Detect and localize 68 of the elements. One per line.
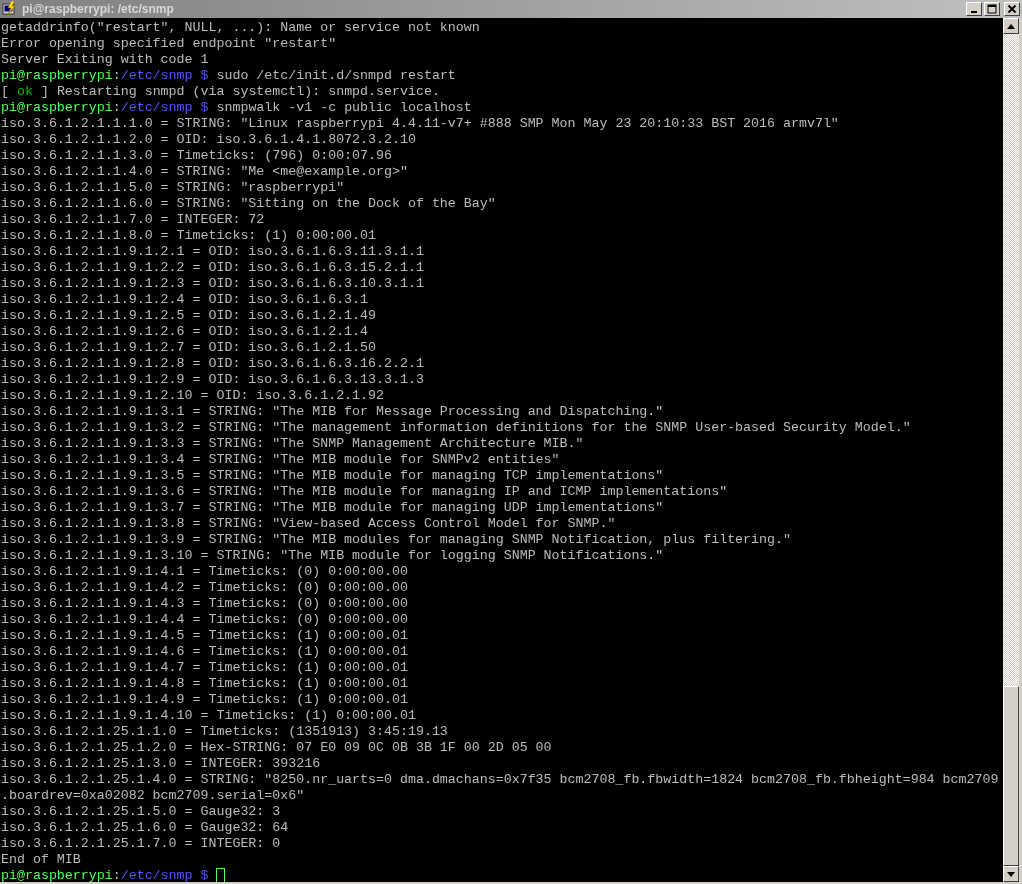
terminal-line: iso.3.6.1.2.1.1.9.1.2.7 = OID: iso.3.6.1.2.1.50 — [1, 340, 377, 356]
terminal-line: pi@raspberrypi:/etc/snmp $ sudo /etc/init.d/snmpd restart — [1, 68, 456, 84]
terminal-line: iso.3.6.1.2.1.1.9.1.4.9 = Timeticks: (1) 0:00:00.01 — [1, 692, 408, 708]
terminal-line: iso.3.6.1.2.1.1.9.1.4.10 = Timeticks: (1) 0:00:00.01 — [1, 708, 416, 724]
terminal-line: iso.3.6.1.2.1.1.9.1.4.1 = Timeticks: (0) 0:00:00.00 — [1, 564, 408, 580]
terminal-line: iso.3.6.1.2.1.1.3.0 = Timeticks: (796) 0:00:07.96 — [1, 148, 392, 164]
terminal-line: getaddrinfo("restart", NULL, ...): Name or service not known — [1, 20, 480, 36]
terminal-line: iso.3.6.1.2.1.1.9.1.3.1 = STRING: "The MIB for Message Processing and Dispatching." — [1, 404, 664, 420]
terminal-line: iso.3.6.1.2.1.1.9.1.2.4 = OID: iso.3.6.1.6.3.1 — [1, 292, 369, 308]
terminal-line: pi@raspberrypi:/etc/snmp $ snmpwalk -v1 -c public localhost — [1, 100, 472, 116]
terminal-line: iso.3.6.1.2.1.1.8.0 = Timeticks: (1) 0:00:00.01 — [1, 228, 377, 244]
terminal-line: iso.3.6.1.2.1.1.9.1.2.8 = OID: iso.3.6.1.6.3.16.2.2.1 — [1, 356, 424, 372]
terminal-line: iso.3.6.1.2.1.25.1.3.0 = INTEGER: 393216 — [1, 756, 321, 772]
terminal-line: Server Exiting with code 1 — [1, 52, 209, 68]
window-title: pi@raspberrypi: /etc/snmp — [22, 2, 175, 16]
terminal-line: iso.3.6.1.2.1.1.5.0 = STRING: "raspberrypi" — [1, 180, 345, 196]
terminal-line: iso.3.6.1.2.1.1.9.1.2.5 = OID: iso.3.6.1.2.1.49 — [1, 308, 377, 324]
terminal-line: iso.3.6.1.2.1.1.9.1.4.3 = Timeticks: (0) 0:00:00.00 — [1, 596, 408, 612]
terminal-line: iso.3.6.1.2.1.25.1.4.0 = STRING: "8250.nr_uarts=0 dma.dmachans=0x7f35 bcm2708_fb.fbwidth=1824 bcm2708_fb.fbheight=984 bcm2709 — [1, 772, 999, 788]
terminal-lightning-icon — [2, 1, 18, 17]
terminal-line: iso.3.6.1.2.1.25.1.1.0 = Timeticks: (1351913) 3:45:19.13 — [1, 724, 448, 740]
close-icon — [1007, 4, 1017, 14]
terminal-line: iso.3.6.1.2.1.1.9.1.3.2 = STRING: "The management information definitions for the SNMP User-based Security Model." — [1, 420, 911, 436]
terminal-line: iso.3.6.1.2.1.1.9.1.3.8 = STRING: "View-based Access Control Model for SNMP." — [1, 516, 616, 532]
terminal-line: iso.3.6.1.2.1.1.9.1.2.6 = OID: iso.3.6.1.2.1.4 — [1, 324, 369, 340]
terminal-line: iso.3.6.1.2.1.1.9.1.3.10 = STRING: "The MIB module for logging SNMP Notifications." — [1, 548, 664, 564]
terminal-line: [ ok ] Restarting snmpd (via systemctl): snmpd.service. — [1, 84, 440, 100]
terminal-line: iso.3.6.1.2.1.1.9.1.2.3 = OID: iso.3.6.1.6.3.10.3.1.1 — [1, 276, 424, 292]
terminal-line: End of MIB — [1, 852, 81, 868]
terminal-line: iso.3.6.1.2.1.1.4.0 = STRING: "Me <me@example.org>" — [1, 164, 408, 180]
terminal-line: iso.3.6.1.2.1.1.6.0 = STRING: "Sitting on the Dock of the Bay" — [1, 196, 496, 212]
scroll-thumb[interactable] — [1003, 686, 1019, 866]
terminal-line: iso.3.6.1.2.1.25.1.6.0 = Gauge32: 64 — [1, 820, 289, 836]
terminal-line: Error opening specified endpoint "restart" — [1, 36, 337, 52]
terminal-line: iso.3.6.1.2.1.1.9.1.3.5 = STRING: "The MIB module for managing TCP implementations" — [1, 468, 664, 484]
terminal-line: .boardrev=0xa02082 bcm2709.serial=0x6" — [1, 788, 305, 804]
terminal-line: iso.3.6.1.2.1.1.9.1.2.9 = OID: iso.3.6.1.6.3.13.3.1.3 — [1, 372, 424, 388]
scroll-up-button[interactable] — [1003, 18, 1019, 34]
scroll-down-button[interactable] — [1003, 866, 1019, 882]
terminal-line: iso.3.6.1.2.1.1.9.1.4.4 = Timeticks: (0) 0:00:00.00 — [1, 612, 408, 628]
terminal-line: iso.3.6.1.2.1.1.9.1.2.2 = OID: iso.3.6.1.6.3.15.2.1.1 — [1, 260, 424, 276]
terminal-line: iso.3.6.1.2.1.1.9.1.4.7 = Timeticks: (1) 0:00:00.01 — [1, 660, 408, 676]
maximize-button[interactable] — [984, 2, 1000, 16]
terminal-line: iso.3.6.1.2.1.1.9.1.3.6 = STRING: "The MIB module for managing IP and ICMP implementations" — [1, 484, 728, 500]
terminal-line: iso.3.6.1.2.1.1.9.1.3.9 = STRING: "The MIB modules for managing SNMP Notification, plus filtering." — [1, 532, 791, 548]
terminal-line: iso.3.6.1.2.1.1.9.1.3.4 = STRING: "The MIB module for SNMPv2 entities" — [1, 452, 560, 468]
terminal-line: iso.3.6.1.2.1.1.9.1.3.7 = STRING: "The MIB module for managing UDP implementations" — [1, 500, 664, 516]
scrollbar[interactable] — [1003, 18, 1019, 882]
terminal-line: iso.3.6.1.2.1.25.1.5.0 = Gauge32: 3 — [1, 804, 281, 820]
down-triangle-icon — [1007, 871, 1015, 877]
terminal-line: iso.3.6.1.2.1.1.9.1.4.5 = Timeticks: (1) 0:00:00.01 — [1, 628, 408, 644]
minimize-button[interactable] — [966, 2, 982, 16]
terminal-line: iso.3.6.1.2.1.1.7.0 = INTEGER: 72 — [1, 212, 265, 228]
terminal-line: iso.3.6.1.2.1.1.9.1.2.1 = OID: iso.3.6.1.6.3.11.3.1.1 — [1, 244, 424, 260]
maximize-icon — [987, 4, 997, 14]
terminal-line: iso.3.6.1.2.1.25.1.7.0 = INTEGER: 0 — [1, 836, 281, 852]
terminal-line: iso.3.6.1.2.1.1.9.1.4.6 = Timeticks: (1) 0:00:00.01 — [1, 644, 408, 660]
terminal-line: iso.3.6.1.2.1.1.9.1.4.8 = Timeticks: (1) 0:00:00.01 — [1, 676, 408, 692]
minimize-icon — [971, 11, 977, 13]
close-button[interactable] — [1004, 2, 1020, 16]
terminal-line: iso.3.6.1.2.1.1.9.1.3.3 = STRING: "The SNMP Management Architecture MIB." — [1, 436, 584, 452]
terminal-line: iso.3.6.1.2.1.25.1.2.0 = Hex-STRING: 07 E0 09 0C 0B 3B 1F 00 2D 05 00 — [1, 740, 552, 756]
up-triangle-icon — [1007, 23, 1015, 29]
terminal-line: pi@raspberrypi:/etc/snmp $ — [1, 868, 209, 882]
terminal-line: iso.3.6.1.2.1.1.9.1.2.10 = OID: iso.3.6.1.2.1.92 — [1, 388, 384, 404]
terminal-line: iso.3.6.1.2.1.1.1.0 = STRING: "Linux raspberrypi 4.4.11-v7+ #888 SMP Mon May 23 20:10:33 BST 2016 armv7l" — [1, 116, 839, 132]
terminal-line: iso.3.6.1.2.1.1.2.0 = OID: iso.3.6.1.4.1.8072.3.2.10 — [1, 132, 416, 148]
terminal-line: iso.3.6.1.2.1.1.9.1.4.2 = Timeticks: (0) 0:00:00.00 — [1, 580, 408, 596]
